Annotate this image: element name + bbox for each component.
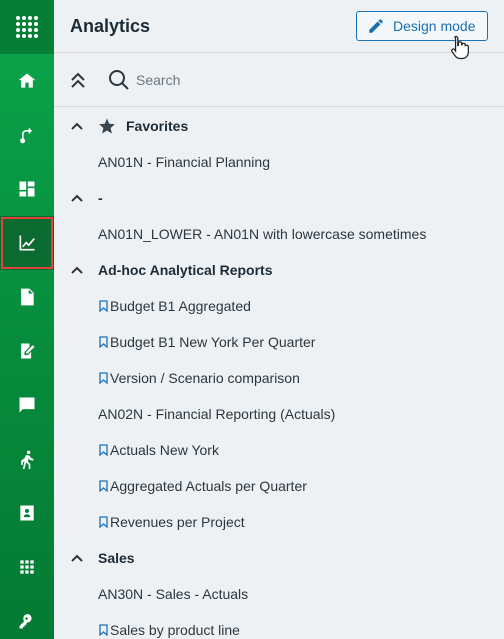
nav-dashboard-button[interactable] [0, 162, 54, 216]
bookmark-icon [99, 336, 108, 348]
report-item[interactable]: Actuals New York [54, 432, 504, 468]
apps-small-grid-icon [20, 560, 34, 574]
pencil-icon [369, 19, 383, 33]
bookmark-icon [99, 300, 108, 312]
chevron-up-icon[interactable] [70, 551, 84, 565]
star-icon [99, 118, 115, 134]
report-item-label: Sales by product line [110, 622, 240, 638]
group-header[interactable]: - [54, 180, 504, 216]
report-item[interactable]: Version / Scenario comparison [54, 360, 504, 396]
nav-route-button[interactable] [0, 108, 54, 162]
bookmark-icon [99, 516, 108, 528]
report-item[interactable]: AN01N - Financial Planning [54, 144, 504, 180]
chevron-up-icon[interactable] [70, 191, 84, 205]
report-item[interactable]: AN01N_LOWER - AN01N with lowercase somet… [54, 216, 504, 252]
report-item[interactable]: Budget B1 Aggregated [54, 288, 504, 324]
key-icon [19, 614, 32, 629]
report-item[interactable]: Aggregated Actuals per Quarter [54, 468, 504, 504]
report-item-label: AN30N - Sales - Actuals [98, 586, 249, 602]
dashboard-icon [19, 181, 35, 197]
report-item[interactable]: Sales by product line [54, 612, 504, 639]
nav-chat-button[interactable] [0, 378, 54, 432]
left-nav-rail [0, 0, 54, 639]
search-input[interactable] [136, 69, 476, 91]
nav-contacts-button[interactable] [0, 486, 54, 540]
group-label: Favorites [126, 118, 189, 134]
edit-document-icon [21, 343, 35, 359]
bookmark-icon [99, 444, 108, 456]
group-header[interactable]: Favorites [54, 108, 504, 144]
nav-activity-button[interactable] [0, 432, 54, 486]
analytics-panel: Analytics Design mode Favorites AN01N - F… [54, 0, 504, 639]
group-label: - [98, 190, 103, 206]
report-item-label: AN01N - Financial Planning [98, 154, 270, 170]
chat-icon [19, 397, 35, 413]
report-item-label: Version / Scenario comparison [110, 370, 300, 386]
report-item-label: AN02N - Financial Reporting (Actuals) [98, 406, 336, 422]
nav-home-button[interactable] [0, 54, 54, 108]
report-item[interactable]: Revenues per Project [54, 504, 504, 540]
report-item-label: AN01N_LOWER - AN01N with lowercase somet… [98, 226, 427, 242]
report-item[interactable]: AN02N - Financial Reporting (Actuals) [54, 396, 504, 432]
home-icon [18, 73, 36, 88]
nav-key-button[interactable] [0, 594, 54, 639]
group-label: Sales [98, 550, 135, 566]
route-icon [20, 127, 32, 144]
contact-card-icon [20, 505, 34, 521]
design-mode-label: Design mode [393, 18, 476, 34]
nav-analytics-button[interactable] [0, 216, 54, 270]
report-item-label: Aggregated Actuals per Quarter [110, 478, 307, 494]
nav-edit-button[interactable] [0, 324, 54, 378]
group-header[interactable]: Sales [54, 540, 504, 576]
report-item-label: Budget B1 Aggregated [110, 298, 251, 314]
report-item-label: Actuals New York [110, 442, 219, 458]
analytics-chart-icon [19, 235, 35, 251]
run-icon [21, 450, 34, 469]
app-launcher-button[interactable] [0, 0, 54, 54]
document-icon [21, 288, 34, 306]
bookmark-icon [99, 480, 108, 492]
chevron-up-icon[interactable] [70, 119, 84, 133]
nav-apps-button[interactable] [0, 540, 54, 594]
collapse-all-icon[interactable] [68, 70, 88, 92]
chevron-up-icon[interactable] [70, 263, 84, 277]
panel-toolbar [54, 54, 504, 107]
group-label: Ad-hoc Analytical Reports [98, 262, 273, 278]
search-icon [109, 70, 129, 90]
bookmark-icon [99, 624, 108, 636]
report-item-label: Revenues per Project [110, 514, 245, 530]
report-item[interactable]: AN30N - Sales - Actuals [54, 576, 504, 612]
report-item[interactable]: Budget B1 New York Per Quarter [54, 324, 504, 360]
report-item-label: Budget B1 New York Per Quarter [110, 334, 316, 350]
nav-documents-button[interactable] [0, 270, 54, 324]
panel-header: Analytics Design mode [54, 0, 504, 60]
group-header[interactable]: Ad-hoc Analytical Reports [54, 252, 504, 288]
bookmark-icon [99, 372, 108, 384]
page-title: Analytics [70, 16, 151, 36]
apps-grid-icon [16, 16, 38, 38]
